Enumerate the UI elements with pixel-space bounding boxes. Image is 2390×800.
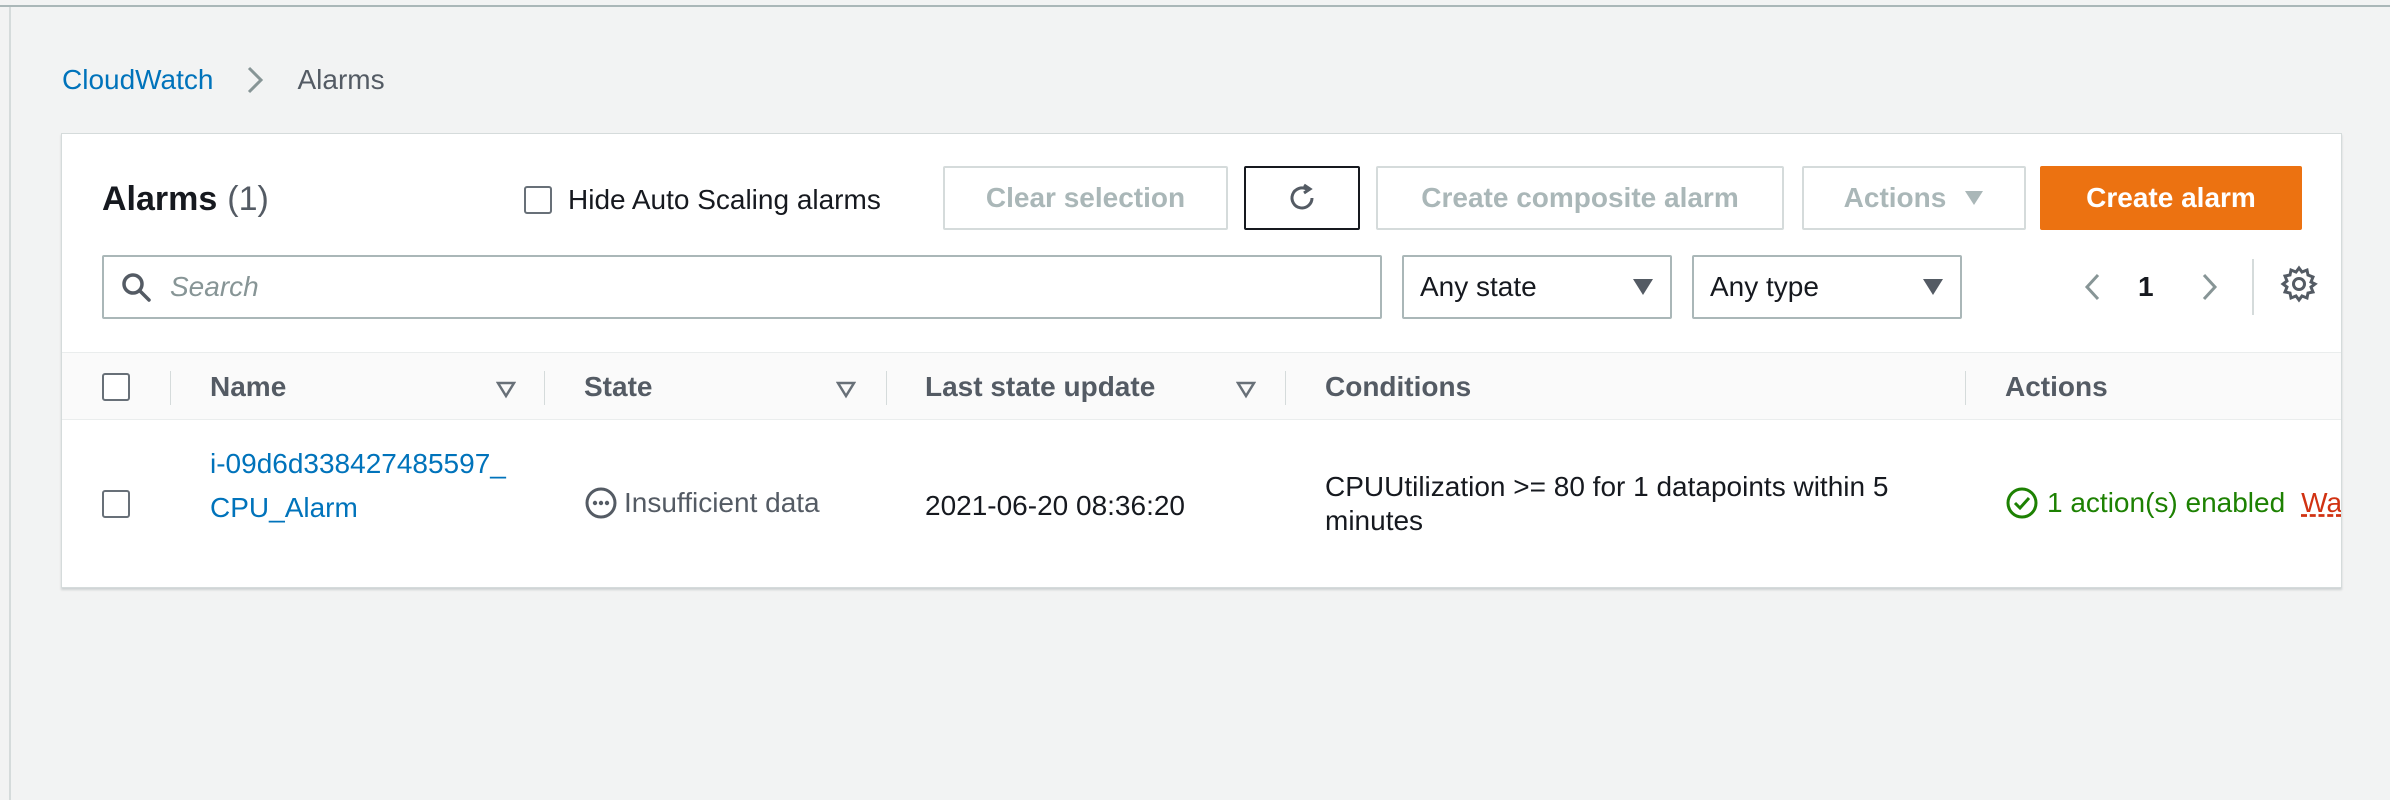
select-all-checkbox[interactable] <box>102 373 130 401</box>
alarms-table: Name State Last state update Conditions … <box>62 352 2341 587</box>
actions-enabled-text: 1 action(s) enabled <box>2047 487 2286 518</box>
alarm-name-link[interactable]: i-09d6d338427485597_CPU_Alarm <box>210 442 520 530</box>
last-state-update-value: 2021-06-20 08:36:20 <box>925 490 1185 521</box>
pagination-divider <box>2251 259 2254 315</box>
state-filter-select[interactable]: Any state <box>1402 255 1672 319</box>
alarm-state-text: Insufficient data <box>624 487 820 518</box>
column-header-conditions: Conditions <box>1325 371 1472 402</box>
breadcrumb-current: Alarms <box>297 64 385 95</box>
sort-icon[interactable] <box>496 379 516 399</box>
hide-autoscaling-checkbox[interactable] <box>524 186 552 214</box>
sort-icon[interactable] <box>1236 379 1256 399</box>
refresh-icon <box>1290 183 1314 210</box>
hide-autoscaling-toggle[interactable]: Hide Auto Scaling alarms <box>524 184 881 216</box>
search-input[interactable] <box>170 271 1270 303</box>
next-page-button[interactable] <box>2190 262 2230 312</box>
row-select-checkbox[interactable] <box>102 490 130 518</box>
chevron-right-icon <box>2202 273 2217 301</box>
column-divider <box>886 371 887 405</box>
type-filter-select[interactable]: Any type <box>1692 255 1962 319</box>
breadcrumb-cloudwatch-link[interactable]: CloudWatch <box>62 64 213 96</box>
alarms-panel: Alarms (1) Hide Auto Scaling alarms Clear… <box>61 133 2342 588</box>
column-divider <box>1285 371 1286 405</box>
column-header-actions: Actions <box>2005 371 2108 402</box>
state-filter-value: Any state <box>1420 271 1537 302</box>
hide-autoscaling-label: Hide Auto Scaling alarms <box>568 184 881 215</box>
column-header-name[interactable]: Name <box>210 353 286 421</box>
pagination: 1 <box>2072 259 2318 315</box>
column-divider <box>1965 371 1966 405</box>
previous-page-button[interactable] <box>2072 262 2112 312</box>
insufficient-data-icon <box>585 487 617 519</box>
chevron-right-icon <box>235 60 275 100</box>
sort-icon[interactable] <box>836 379 856 399</box>
left-border <box>9 7 11 800</box>
breadcrumb: CloudWatch Alarms <box>62 60 385 100</box>
column-header-state[interactable]: State <box>584 353 652 421</box>
column-header-last-state-update[interactable]: Last state update <box>925 353 1155 421</box>
caret-down-icon <box>1965 191 1984 205</box>
table-settings-button[interactable] <box>2280 265 2318 310</box>
title-text: Alarms <box>102 180 218 218</box>
table-row: i-09d6d338427485597_CPU_Alarm Insufficie… <box>62 420 2341 587</box>
table-header: Name State Last state update Conditions … <box>62 352 2341 421</box>
type-filter-value: Any type <box>1710 271 1819 302</box>
check-circle-icon <box>2006 487 2038 519</box>
column-divider <box>170 371 171 405</box>
settings-icon <box>2280 265 2318 302</box>
create-alarm-button[interactable]: Create alarm <box>2040 166 2302 230</box>
search-field[interactable] <box>102 255 1382 319</box>
chevron-left-icon <box>2084 273 2100 301</box>
top-border <box>0 0 2390 7</box>
caret-down-icon <box>1633 279 1653 295</box>
actions-dropdown-button[interactable]: Actions <box>1802 166 2026 230</box>
alarm-state: Insufficient data <box>584 486 820 520</box>
actions-warning-text[interactable]: Wa <box>2301 487 2341 519</box>
page-title: Alarms (1) <box>102 180 269 219</box>
column-divider <box>544 371 545 405</box>
conditions-value: CPUUtilization >= 80 for 1 datapoints wi… <box>1325 471 1889 536</box>
alarm-count: (1) <box>227 180 269 218</box>
current-page-number[interactable]: 1 <box>2138 271 2154 303</box>
create-composite-alarm-button[interactable]: Create composite alarm <box>1376 166 1784 230</box>
actions-label: Actions <box>1843 182 1947 213</box>
search-icon <box>122 273 151 302</box>
refresh-button[interactable] <box>1244 166 1360 230</box>
actions-status: 1 action(s) enabled Wa <box>2005 486 2341 520</box>
clear-selection-button[interactable]: Clear selection <box>943 166 1228 230</box>
caret-down-icon <box>1923 279 1943 295</box>
